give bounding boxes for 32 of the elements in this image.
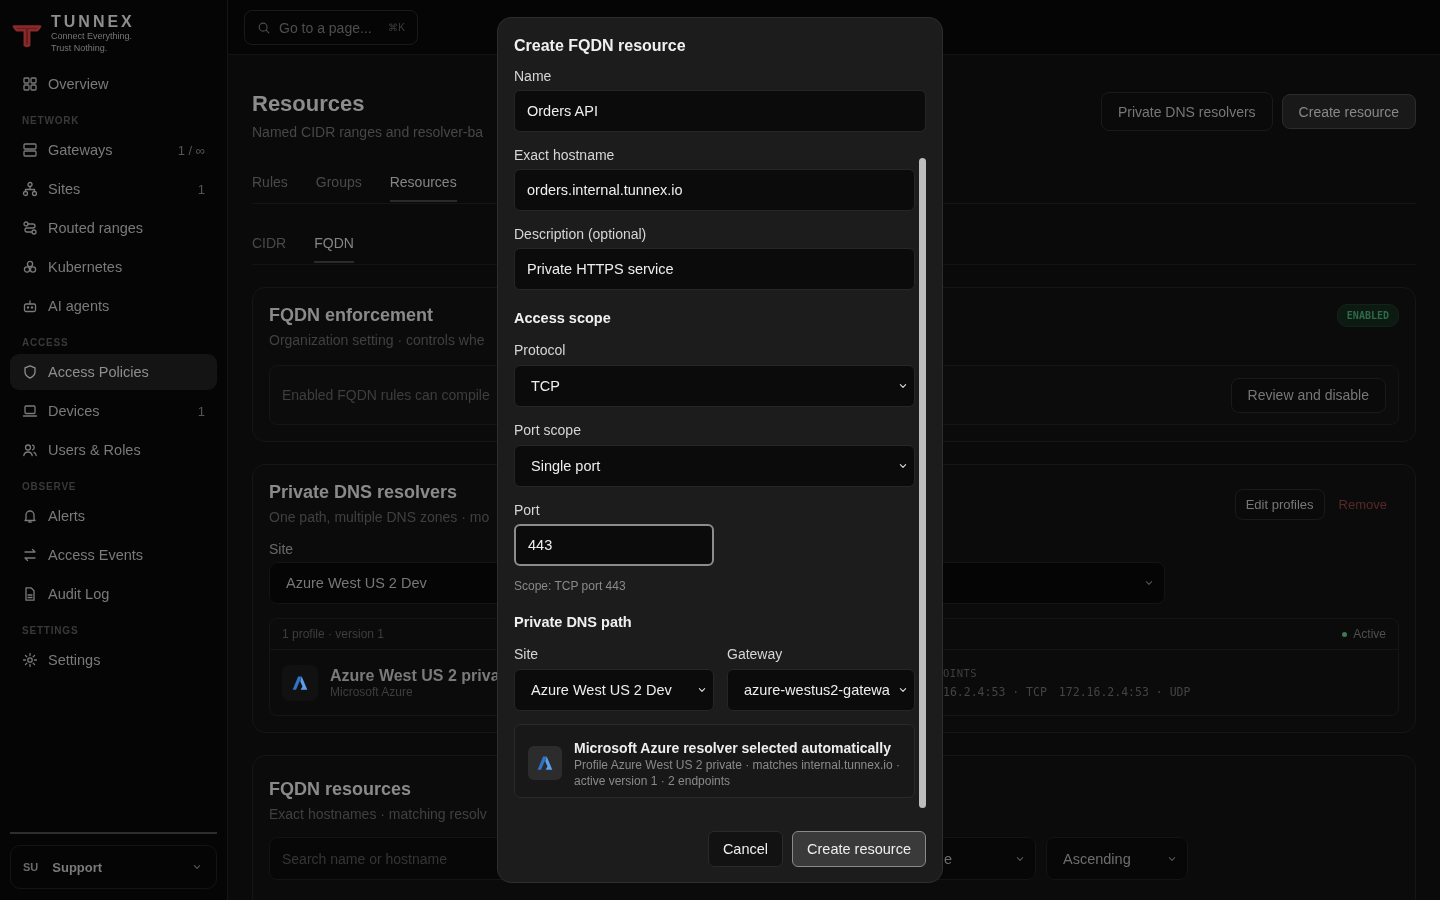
section-heading: Access scope: [514, 309, 611, 328]
card-title: FQDN resources: [269, 778, 412, 800]
field-label: Site: [514, 645, 539, 664]
card-title: Private DNS resolvers: [269, 481, 458, 503]
card-title: FQDN enforcement: [269, 304, 434, 326]
field-label: Gateway: [727, 645, 783, 664]
field-label: Name: [514, 67, 552, 86]
field-label: Description (optional): [514, 225, 647, 244]
brand-tagline: Trust Nothing.: [51, 41, 109, 54]
field-label: Port: [514, 501, 540, 520]
field-label: Port scope: [514, 421, 581, 440]
user-initials: SU: [23, 861, 39, 873]
endpoint: 172.16.2.4:53 · UDP: [1058, 684, 1191, 699]
section-heading: Private DNS path: [514, 613, 632, 632]
nav-count: 1: [197, 403, 205, 419]
page-subtitle: Named CIDR ranges and resolver-ba: [252, 123, 484, 142]
info-title: Microsoft Azure resolver selected automatically: [574, 739, 891, 757]
field-label: Exact hostname: [514, 146, 615, 165]
field-label: Site: [269, 541, 294, 557]
field-label: Protocol: [514, 341, 566, 360]
dialog-title: Create FQDN resource: [514, 36, 686, 56]
status-label: Active: [1353, 627, 1386, 641]
brand-tagline: Connect Everything.: [51, 29, 134, 42]
info-detail: Profile Azure West US 2 private · matches internal.tunnex.io · active version 1 · 2 endpoints: [574, 757, 901, 789]
status-badge: ENABLED: [1336, 304, 1399, 327]
page-title: Resources: [252, 90, 365, 118]
scope-hint: Scope: TCP port 443: [514, 578, 626, 594]
nav-count: 1 / ∞: [177, 142, 205, 158]
endpoint: 16.2.4:53 · TCP: [943, 684, 1047, 699]
nav-count: 1: [197, 181, 205, 197]
user-name: Support: [52, 859, 104, 875]
brand-name: TUNNEX: [51, 12, 135, 30]
